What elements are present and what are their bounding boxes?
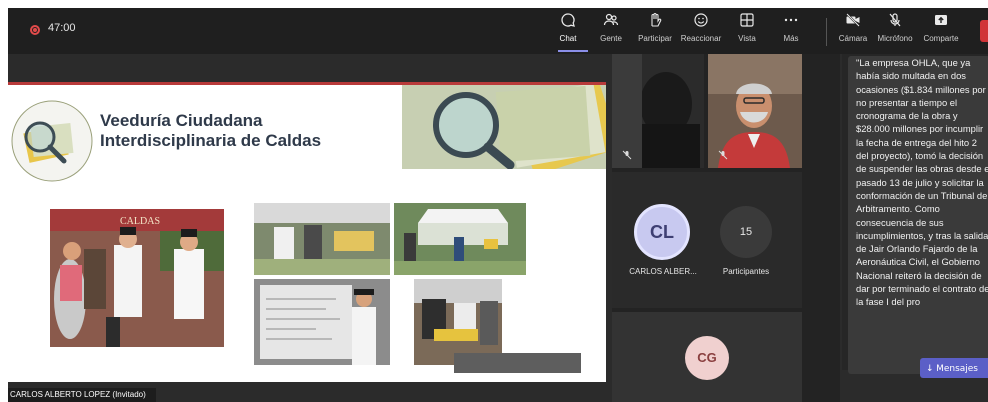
slide-title-line-2: Interdisciplinaria de Caldas <box>100 131 322 150</box>
presenter-name-label: CARLOS ALBERTO LOPEZ (Invitado) <box>8 388 156 402</box>
participant-video-2[interactable] <box>708 54 802 168</box>
meeting-toolbar: 47:00 Chat Gente Participar Reaccionar V… <box>8 8 988 54</box>
raise-hand-icon <box>632 12 678 34</box>
participant-count-badge[interactable]: 15 <box>720 206 772 258</box>
photo-officer-board <box>254 279 390 365</box>
photo-outdoor-tents <box>394 203 526 275</box>
photo-cadets: CALDAS <box>50 209 224 347</box>
avatar-cl[interactable]: CL <box>634 204 690 260</box>
chat-icon <box>545 12 591 34</box>
microphone-button[interactable]: Micrófono <box>872 12 918 50</box>
share-label: Comparte <box>923 34 959 43</box>
recording-icon <box>30 25 40 35</box>
view-label: Vista <box>738 34 756 43</box>
veeduria-logo <box>11 100 93 182</box>
meeting-stage: Veeduría Ciudadana Interdisciplinaria de… <box>8 54 988 402</box>
shared-slide: Veeduría Ciudadana Interdisciplinaria de… <box>8 82 606 382</box>
toolbar-divider <box>826 18 827 46</box>
slide-title-line-1: Veeduría Ciudadana <box>100 111 263 130</box>
participant-name-cl: CARLOS ALBER... <box>629 267 697 276</box>
more-icon <box>768 12 814 34</box>
raise-hand-button[interactable]: Participar <box>632 12 678 50</box>
slide-placeholder-bar <box>454 353 581 373</box>
chat-active-indicator <box>558 50 588 52</box>
microphone-label: Micrófono <box>877 34 913 43</box>
people-label: Gente <box>600 34 622 43</box>
photo-event-tent <box>254 203 390 275</box>
participant-tiles: CL CARLOS ALBER... 15 Participantes <box>612 172 802 308</box>
new-messages-label: Mensajes <box>936 364 978 374</box>
banner-caldas-text: CALDAS <box>120 216 160 227</box>
people-icon <box>588 12 634 34</box>
share-icon <box>918 12 964 34</box>
share-button[interactable]: Comparte <box>918 12 964 50</box>
folders-image <box>402 85 606 169</box>
participant-count-label: Participantes <box>722 267 770 276</box>
meeting-timer: 47:00 <box>48 22 76 34</box>
mic-muted-icon <box>622 150 632 160</box>
new-messages-button[interactable]: ↓ Mensajes <box>920 358 988 378</box>
camera-label: Cámara <box>838 34 868 43</box>
view-button[interactable]: Vista <box>724 12 770 50</box>
mic-off-icon <box>872 12 918 34</box>
raise-hand-label: Participar <box>638 34 672 43</box>
react-button[interactable]: Reaccionar <box>678 12 724 50</box>
react-icon <box>678 12 724 34</box>
react-label: Reaccionar <box>680 34 722 43</box>
chat-button[interactable]: Chat <box>545 12 591 50</box>
more-label: Más <box>783 34 799 43</box>
chat-panel: "La empresa OHLA, que ya había sido mult… <box>842 54 988 374</box>
chat-label: Chat <box>559 34 577 43</box>
people-button[interactable]: Gente <box>588 12 634 50</box>
chat-message-text: "La empresa OHLA, que ya había sido mult… <box>856 57 988 308</box>
camera-button[interactable]: Cámara <box>830 12 876 50</box>
mic-muted-icon <box>718 150 728 160</box>
leave-button[interactable] <box>980 20 988 42</box>
participant-video-1[interactable] <box>612 54 704 168</box>
arrow-down-icon: ↓ <box>926 364 934 374</box>
view-icon <box>724 12 770 34</box>
participant-tile-cg: CG <box>612 312 802 402</box>
slide-title: Veeduría Ciudadana Interdisciplinaria de… <box>100 111 400 151</box>
camera-off-icon <box>830 12 876 34</box>
meeting-window: 47:00 Chat Gente Participar Reaccionar V… <box>0 0 988 402</box>
avatar-cg[interactable]: CG <box>685 336 729 380</box>
participant-panel: CL CARLOS ALBER... 15 Participantes CG <box>612 54 840 402</box>
more-button[interactable]: Más <box>768 12 814 50</box>
